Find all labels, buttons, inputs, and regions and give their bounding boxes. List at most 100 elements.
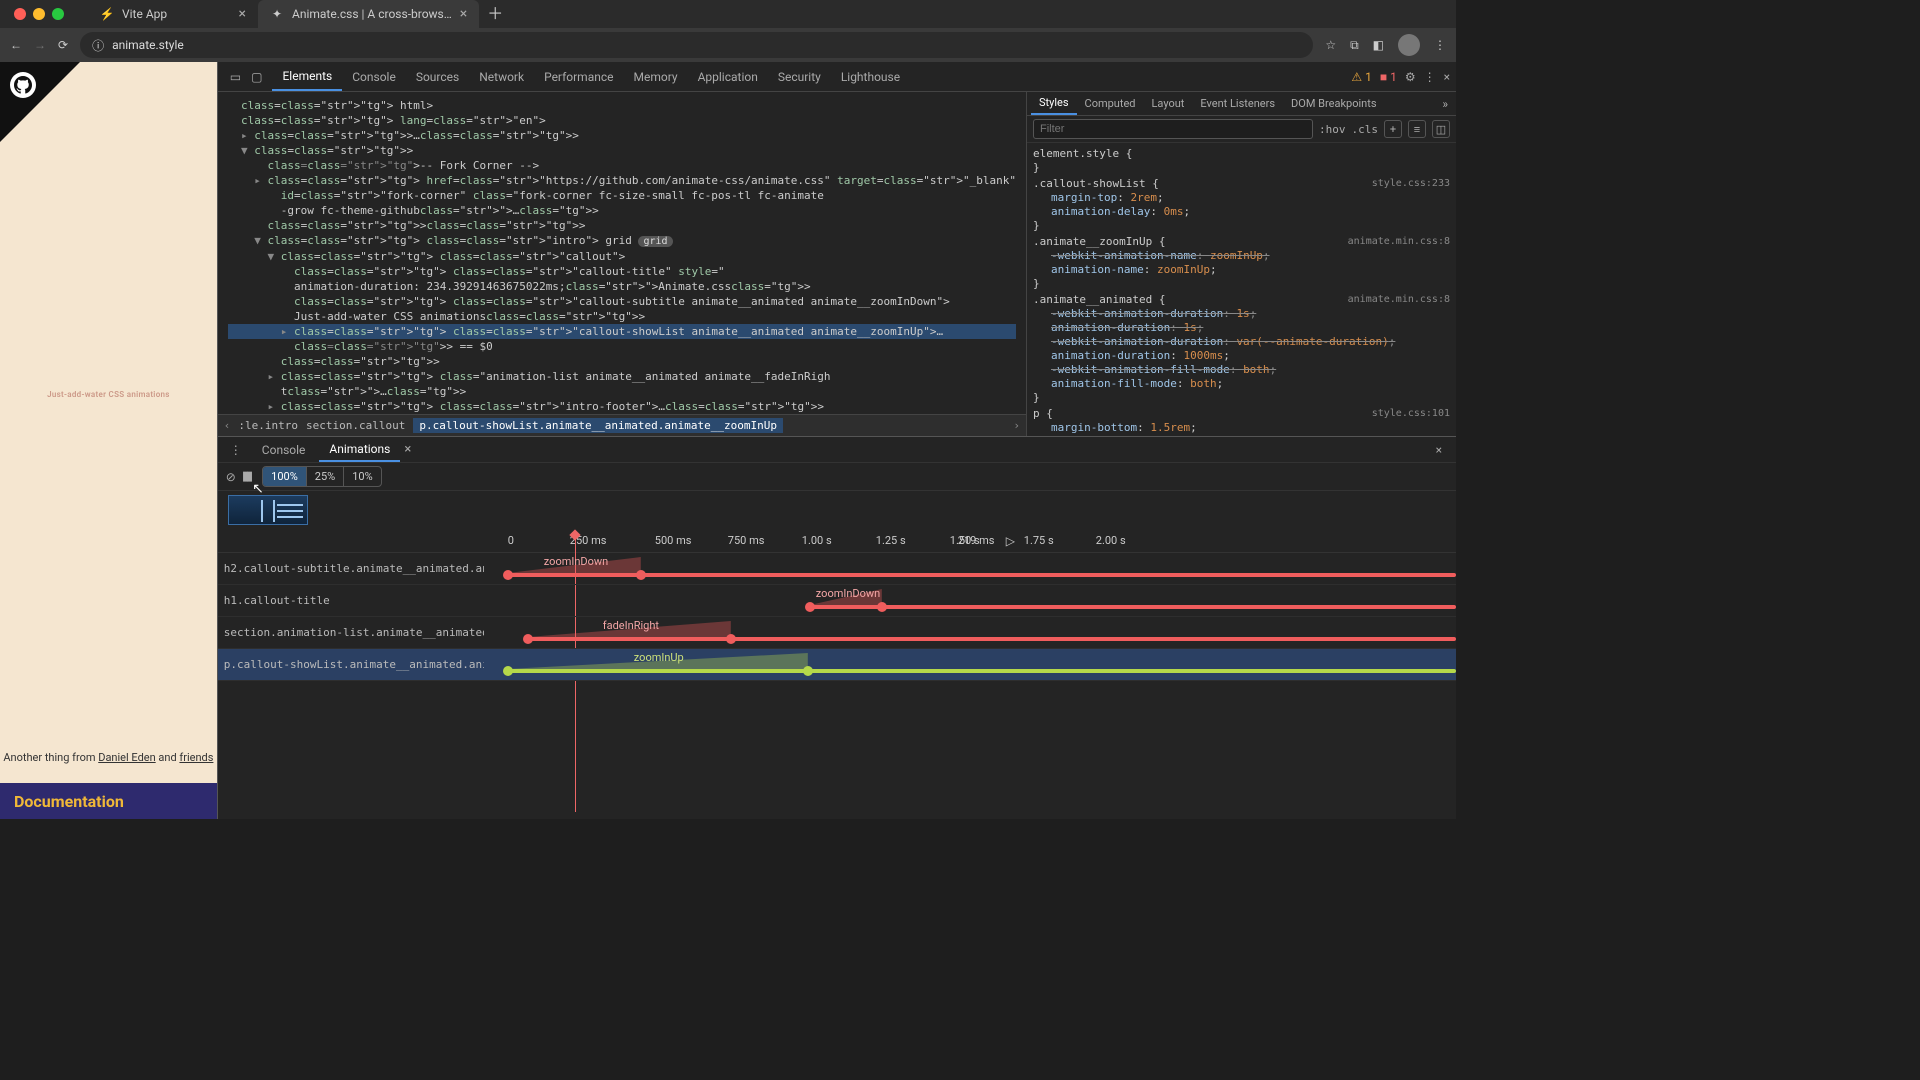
devtools-tab-console[interactable]: Console <box>342 62 406 91</box>
animation-group-thumb[interactable] <box>228 495 308 525</box>
dom-line[interactable]: ▸ class=class="str">"tg"> href=class="st… <box>228 173 1016 188</box>
maximize-window-icon[interactable] <box>52 8 64 20</box>
styles-filter-input[interactable] <box>1033 119 1313 139</box>
breadcrumb-item[interactable]: p.callout-showList.animate__animated.ani… <box>413 418 783 433</box>
profile-avatar[interactable] <box>1398 34 1420 56</box>
close-window-icon[interactable] <box>14 8 26 20</box>
extensions-icon[interactable]: ⧉ <box>1350 38 1359 53</box>
dom-tree[interactable]: class=class="str">"tg"> html> class=clas… <box>218 92 1026 414</box>
dom-line[interactable]: class=class="str">"tg">>class=class="str… <box>228 218 1016 233</box>
track-bar[interactable] <box>508 573 1456 577</box>
clear-icon[interactable]: ⊘ <box>226 470 236 484</box>
track-bar[interactable] <box>528 637 1456 641</box>
styles-tab-computed[interactable]: Computed <box>1077 92 1144 115</box>
toggle-sidebar-icon[interactable]: ◫ <box>1432 120 1450 138</box>
dom-line[interactable]: ▼ class=class="str">"tg"> class=class="s… <box>228 249 1016 264</box>
new-tab-button[interactable]: ＋ <box>479 0 511 28</box>
speed-10%[interactable]: 10% <box>344 467 380 486</box>
site-info-icon[interactable]: ⓘ <box>92 37 104 54</box>
minimize-window-icon[interactable] <box>33 8 45 20</box>
pause-icon[interactable]: ▮▮ <box>242 469 250 484</box>
documentation-heading[interactable]: Documentation <box>0 783 217 819</box>
styles-rules[interactable]: element.style {}.callout-showList {style… <box>1027 143 1456 436</box>
keyframe-dot[interactable] <box>803 666 813 676</box>
devtools-tab-application[interactable]: Application <box>688 62 768 91</box>
devtools-tab-lighthouse[interactable]: Lighthouse <box>831 62 910 91</box>
close-tab-icon[interactable]: × <box>404 442 411 457</box>
back-button[interactable]: ← <box>10 38 22 52</box>
dom-line[interactable]: ▸ class=class="str">"tg"> class=class="s… <box>228 399 1016 414</box>
keyframe-dot[interactable] <box>523 634 533 644</box>
speed-25%[interactable]: 25% <box>307 467 344 486</box>
forward-button[interactable]: → <box>34 38 46 52</box>
drawer-tab-console[interactable]: Console <box>252 437 316 462</box>
keyframe-dot[interactable] <box>503 570 513 580</box>
devtools-tab-performance[interactable]: Performance <box>534 62 623 91</box>
inspect-icon[interactable]: ▭ <box>230 70 241 84</box>
styles-tab-styles[interactable]: Styles <box>1031 92 1077 115</box>
new-style-rule-icon[interactable]: + <box>1384 120 1402 138</box>
track-row[interactable]: p.callout-showList.animate__animated.ani… <box>218 649 1456 681</box>
dom-line[interactable]: ▸ class=class="str">"tg"> class="animati… <box>228 369 1016 384</box>
dom-line[interactable]: class=class="str">"tg"> html> <box>228 98 1016 113</box>
dom-line[interactable]: ▸ class=class="str">"tg"> class=class="s… <box>228 324 1016 339</box>
dom-line[interactable]: class=class="str">"tg"> class=class="str… <box>228 294 1016 309</box>
dom-line[interactable]: tclass="str">">…class="tg">> <box>228 384 1016 399</box>
errors-badge[interactable]: ■ 1 <box>1380 70 1397 84</box>
devtools-tab-elements[interactable]: Elements <box>272 62 342 91</box>
side-panel-icon[interactable]: ◧ <box>1373 38 1384 52</box>
dom-line[interactable]: class=class="str">"tg"> lang=class="str"… <box>228 113 1016 128</box>
dom-breadcrumb[interactable]: ‹ :le.intro section.callout p.callout-show… <box>218 414 1026 436</box>
drawer-menu-icon[interactable]: ⋮ <box>224 443 248 457</box>
track-bar[interactable] <box>508 669 1456 673</box>
warnings-badge[interactable]: ⚠ 1 <box>1351 70 1371 84</box>
breadcrumb-item[interactable]: section.callout <box>306 419 405 432</box>
keyframe-dot[interactable] <box>503 666 513 676</box>
devtools-tab-security[interactable]: Security <box>768 62 831 91</box>
menu-icon[interactable]: ⋮ <box>1434 38 1446 52</box>
animation-groups[interactable] <box>218 491 1456 531</box>
devtools-tab-sources[interactable]: Sources <box>406 62 469 91</box>
author-link[interactable]: Daniel Eden <box>98 751 155 764</box>
more-icon[interactable]: ⋮ <box>1424 70 1436 84</box>
dom-line[interactable]: Just-add-water CSS animationsclass=class… <box>228 309 1016 324</box>
keyframe-dot[interactable] <box>877 602 887 612</box>
track-row[interactable]: h2.callout-subtitle.animate__animated.an… <box>218 553 1456 585</box>
hov-toggle[interactable]: :hov <box>1319 123 1346 136</box>
github-icon[interactable] <box>10 72 36 98</box>
styles-tab-dom-breakpoints[interactable]: DOM Breakpoints <box>1283 92 1384 115</box>
breadcrumb-left-icon[interactable]: ‹ <box>224 419 231 432</box>
dom-line[interactable]: id=class="str">"fork-corner" class="fork… <box>228 188 1016 203</box>
fork-corner[interactable] <box>0 62 80 142</box>
styles-tab-event-listeners[interactable]: Event Listeners <box>1192 92 1283 115</box>
breadcrumb-right-icon[interactable]: › <box>1013 419 1020 432</box>
styles-tab-layout[interactable]: Layout <box>1144 92 1193 115</box>
dom-line[interactable]: class=class="str">"tg"> class=class="str… <box>228 264 1016 279</box>
breadcrumb-item[interactable]: :le.intro <box>238 419 298 432</box>
devtools-tab-memory[interactable]: Memory <box>624 62 688 91</box>
close-drawer-icon[interactable]: × <box>1428 443 1450 457</box>
friends-link[interactable]: friends <box>179 751 213 764</box>
keyframe-dot[interactable] <box>726 634 736 644</box>
dom-line[interactable]: animation-duration: 234.39291463675022ms… <box>228 279 1016 294</box>
device-toolbar-icon[interactable]: ▢ <box>251 70 262 84</box>
track-bar[interactable] <box>810 605 1456 609</box>
address-bar[interactable]: ⓘ animate.style <box>80 32 1313 58</box>
track-row[interactable]: h1.callout-titlezoomInDown <box>218 585 1456 617</box>
browser-tab-animate[interactable]: ✦ Animate.css | A cross-brows… × <box>258 0 479 28</box>
track-row[interactable]: section.animation-list.animate__animated… <box>218 617 1456 649</box>
reload-button[interactable]: ⟳ <box>58 38 68 52</box>
dom-line[interactable]: -grow fc-theme-githubclass="str">">…clas… <box>228 203 1016 218</box>
dom-line[interactable]: class=class="str">"tg">-- Fork Corner --… <box>228 158 1016 173</box>
more-tabs-icon[interactable]: » <box>1434 97 1456 111</box>
cls-toggle[interactable]: .cls <box>1352 123 1379 136</box>
dom-line[interactable]: ▸ class=class="str">"tg">>…class=class="… <box>228 128 1016 143</box>
browser-tab-vite[interactable]: ⚡ Vite App × <box>88 0 258 28</box>
dom-line[interactable]: class=class="str">"tg">> == $0 <box>228 339 1016 354</box>
keyframe-dot[interactable] <box>805 602 815 612</box>
close-tab-icon[interactable]: × <box>460 6 467 22</box>
computed-icon[interactable]: ≡ <box>1408 120 1426 138</box>
devtools-tab-network[interactable]: Network <box>469 62 534 91</box>
play-icon[interactable]: ▷ <box>1006 534 1015 548</box>
drawer-tab-animations[interactable]: Animations <box>319 437 400 462</box>
